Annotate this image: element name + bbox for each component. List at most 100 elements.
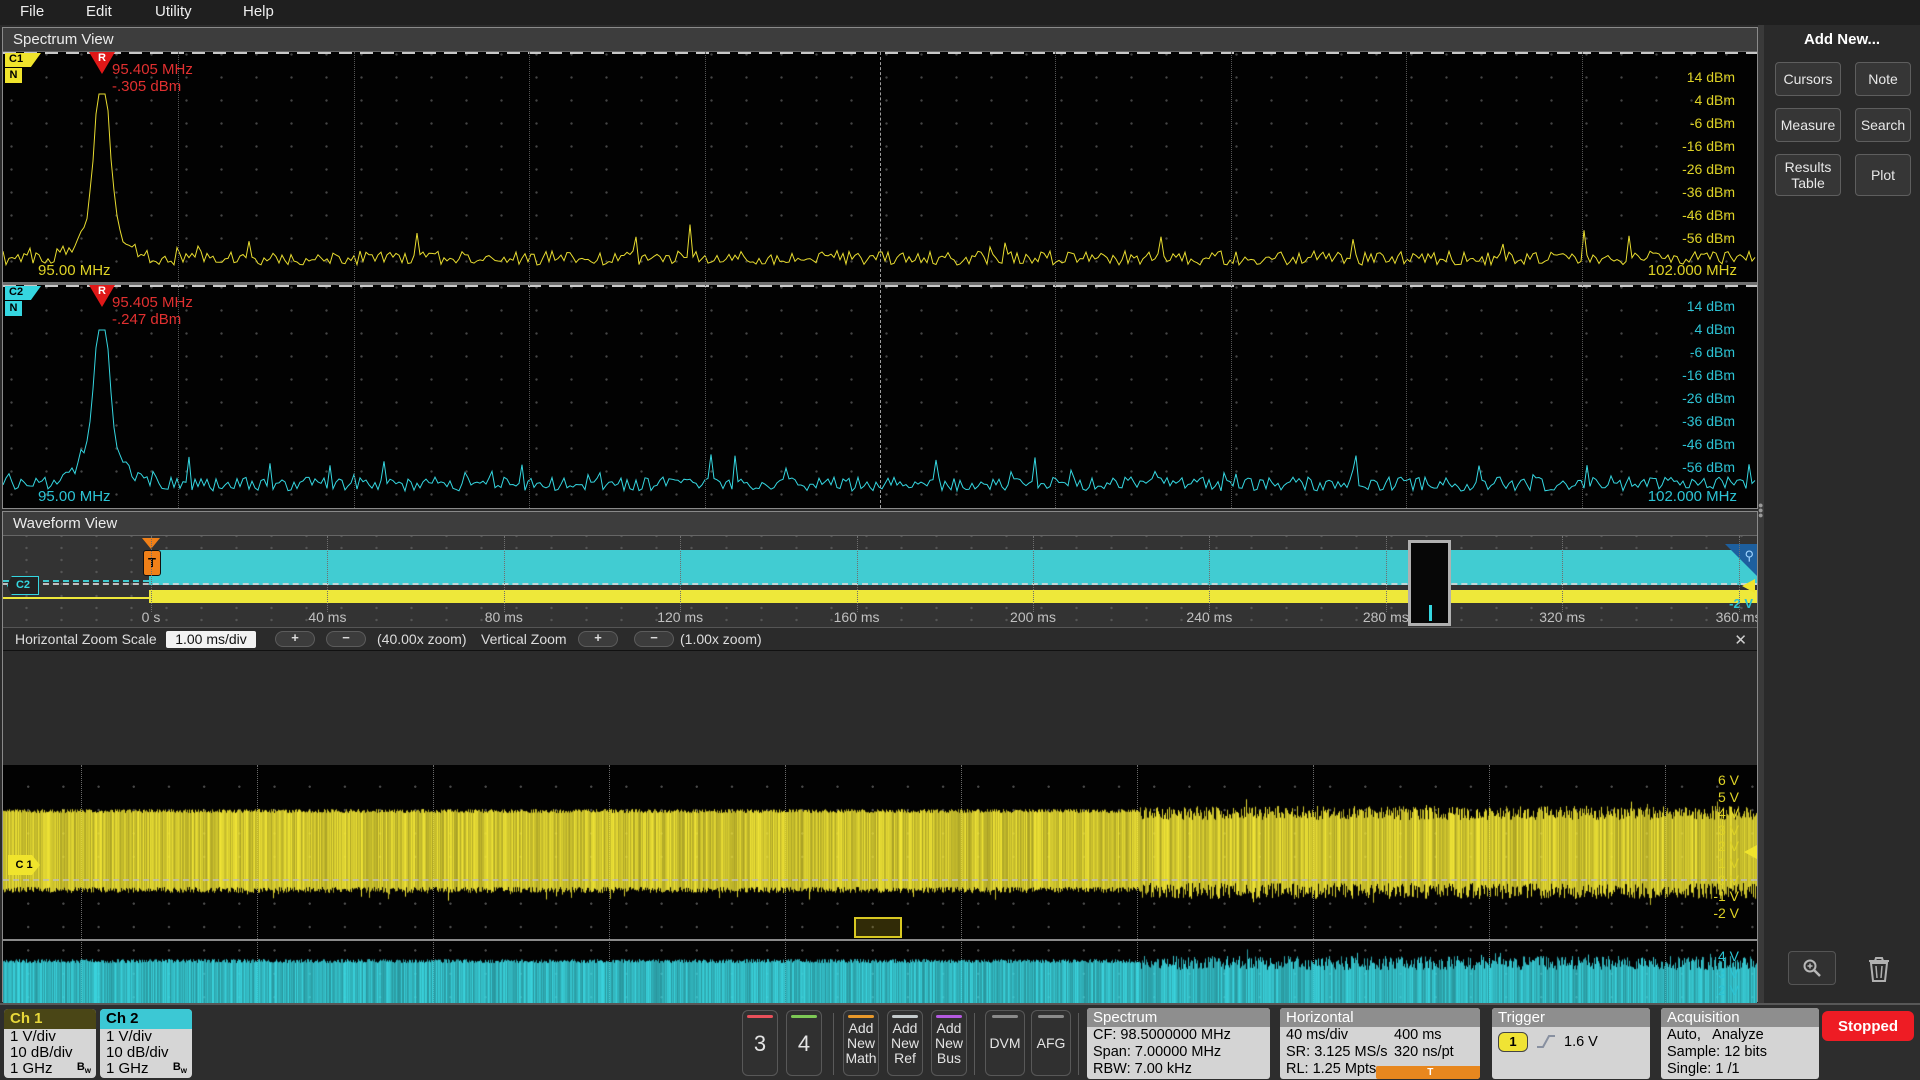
add-new-ref-button[interactable]: AddNewRef: [887, 1010, 923, 1076]
stop-frequency-label: 102.000 MHz: [1648, 262, 1737, 279]
spectrum-view-panel: Spectrum View C1 N R 95.405 MHz -.305 dB…: [2, 27, 1758, 509]
graticule-vline: [880, 285, 881, 508]
channel-flag-c2-normal: N: [5, 301, 22, 316]
ch1-name: Ch 1: [4, 1009, 96, 1029]
ch1-badge[interactable]: Ch 1 1 V/div 10 dB/div 1 GHz Bw: [4, 1009, 96, 1078]
add-new-math-button[interactable]: AddNewMath: [843, 1010, 879, 1076]
start-frequency-label: 95.00 MHz: [38, 262, 111, 279]
trigger-flag[interactable]: T: [143, 550, 161, 576]
afg-button[interactable]: AFG: [1031, 1010, 1071, 1076]
overview-scale-label: -2 V: [1729, 596, 1753, 611]
overview-reference-line: [3, 583, 1757, 585]
trigger-info-panel[interactable]: Trigger 1 1.6 V: [1492, 1008, 1650, 1079]
close-zoom-icon[interactable]: ✕: [1734, 631, 1747, 649]
right-sidebar: Add New... Cursors Note Measure Search R…: [1764, 25, 1920, 1003]
results-table-button[interactable]: Results Table: [1775, 154, 1841, 196]
channel-3-button[interactable]: 3: [742, 1010, 778, 1076]
graticule-vline: [504, 536, 505, 612]
zoom-scale-bar: Horizontal Zoom Scale 1.00 ms/div + − (4…: [3, 627, 1757, 651]
volt-label-ch2: 2 V: [1689, 982, 1739, 998]
channel-4-button[interactable]: 4: [786, 1010, 822, 1076]
volt-label-ch1: -2 V: [1689, 905, 1739, 921]
graticule-vline: [1209, 536, 1210, 612]
menu-item-edit[interactable]: Edit: [86, 3, 112, 20]
h-zoom-minus-button[interactable]: −: [326, 631, 366, 647]
zoom-region-box[interactable]: [1408, 540, 1451, 626]
graticule-vline: [1055, 52, 1056, 282]
add-new-ref-button-label: AddNewRef: [891, 1021, 919, 1066]
spectrum-view-title: Spectrum View: [3, 28, 1757, 52]
graticule-vline: [529, 285, 530, 508]
channel-flag-c1-normal: N: [5, 68, 22, 83]
db-label: -26 dBm: [1665, 161, 1735, 177]
graticule-vline: [1055, 285, 1056, 508]
ground-line-ch1: [3, 879, 1757, 881]
stopped-button[interactable]: Stopped: [1822, 1011, 1914, 1041]
h-zoom-scale-label: Horizontal Zoom Scale: [15, 631, 157, 647]
db-label: -26 dBm: [1665, 390, 1735, 406]
v-zoom-plus-button[interactable]: +: [578, 631, 618, 647]
zoom-magnifier-icon: [1801, 957, 1823, 979]
graticule-vline: [1231, 52, 1232, 282]
cursors-button[interactable]: Cursors: [1775, 62, 1841, 96]
measure-button[interactable]: Measure: [1775, 108, 1841, 142]
db-label: 14 dBm: [1665, 69, 1735, 85]
menu-item-file[interactable]: File: [20, 3, 44, 20]
splitter-handle[interactable]: ●●●: [1758, 503, 1763, 518]
horizontal-info-panel[interactable]: Horizontal 40 ms/div400 ms SR: 3.125 MS/…: [1280, 1008, 1480, 1079]
graticule-vline: [1231, 285, 1232, 508]
volt-label-ch1: 3 V: [1689, 822, 1739, 838]
trash-button[interactable]: [1856, 953, 1902, 985]
h-trigger-pos: T8.4%: [1376, 1061, 1480, 1079]
add-new-math-button-label: AddNewMath: [845, 1021, 876, 1066]
spectrum-plot-ch1[interactable]: C1 N R 95.405 MHz -.305 dBm 14 dBm4 dBm-…: [3, 52, 1757, 282]
marker-level: -.247 dBm: [112, 311, 193, 328]
graticule-vline: [1406, 52, 1407, 282]
acquisition-overview[interactable]: T C2 0 s40 ms80 ms120 ms160 ms200 ms240 …: [3, 536, 1757, 628]
graticule-vline: [354, 285, 355, 508]
db-label: -36 dBm: [1665, 413, 1735, 429]
acq-single: Single: 1 /1: [1661, 1061, 1819, 1078]
acquisition-info-panel[interactable]: Acquisition Auto, Analyze Sample: 12 bit…: [1661, 1008, 1819, 1079]
dvm-button[interactable]: DVM: [985, 1010, 1025, 1076]
horizontal-info-title: Horizontal: [1280, 1008, 1480, 1027]
menu-item-utility[interactable]: Utility: [155, 3, 192, 20]
pretrigger-trace-ch1: [3, 597, 149, 599]
magnifier-glyph: ⚲: [1744, 548, 1754, 564]
ch2-badge[interactable]: Ch 2 1 V/div 10 dB/div 1 GHz Bw: [100, 1009, 192, 1078]
graticule-vline: [327, 536, 328, 612]
plot-button[interactable]: Plot: [1855, 154, 1911, 196]
ch1-db-scale: 10 dB/div: [4, 1045, 96, 1061]
graticule-vline: [529, 52, 530, 282]
trigger-level-arrow[interactable]: [1742, 579, 1755, 593]
search-button[interactable]: Search: [1855, 108, 1911, 142]
trigger-level-arrow-ch1[interactable]: [1744, 845, 1757, 859]
h-scale: 40 ms/div: [1286, 1027, 1394, 1044]
graticule-vline: [1739, 536, 1740, 612]
db-label: 4 dBm: [1665, 321, 1735, 337]
spectrum-info-panel[interactable]: Spectrum CF: 98.5000000 MHz Span: 7.0000…: [1087, 1008, 1270, 1079]
spectrum-info-title: Spectrum: [1087, 1008, 1270, 1027]
graticule-vline: [1033, 536, 1034, 612]
oscilloscope-screen: File Edit Utility Help Spectrum View C1 N R…: [0, 0, 1920, 1080]
overview-band-ch2: [149, 550, 1757, 585]
graticule-vline: [1562, 536, 1563, 612]
note-button[interactable]: Note: [1855, 62, 1911, 96]
graticule-vline: [1582, 285, 1583, 508]
db-label: -46 dBm: [1665, 436, 1735, 452]
ch1-scale: 1 V/div: [4, 1029, 96, 1045]
h-sample-rate: SR: 3.125 MS/s: [1286, 1044, 1394, 1061]
marker-frequency: 95.405 MHz: [112, 294, 193, 311]
h-zoom-scale-value[interactable]: 1.00 ms/div: [166, 631, 256, 648]
add-new-bus-button[interactable]: AddNewBus: [931, 1010, 967, 1076]
search-mark-ch1[interactable]: [854, 917, 902, 938]
acquisition-info-title: Acquisition: [1661, 1008, 1819, 1027]
menu-bar: File Edit Utility Help: [0, 0, 1920, 25]
db-label: -46 dBm: [1665, 207, 1735, 223]
spectrum-plot-ch2[interactable]: C2 N R 95.405 MHz -.247 dBm 14 dBm4 dBm-…: [3, 285, 1757, 508]
v-zoom-minus-button[interactable]: −: [634, 631, 674, 647]
separator: [974, 1013, 975, 1075]
h-zoom-plus-button[interactable]: +: [275, 631, 315, 647]
menu-item-help[interactable]: Help: [243, 3, 274, 20]
zoom-mode-button[interactable]: [1788, 951, 1836, 985]
